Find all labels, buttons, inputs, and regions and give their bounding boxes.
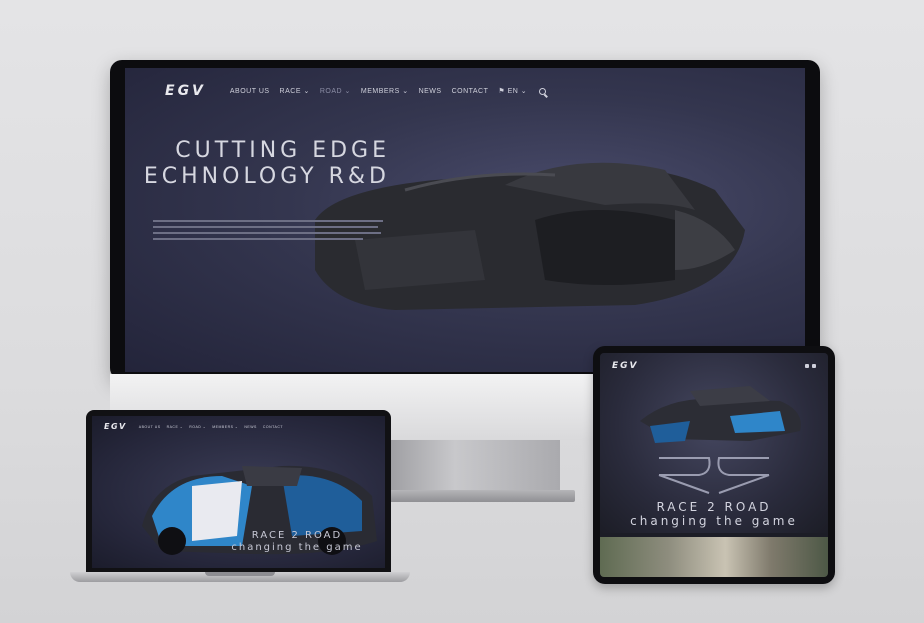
- laptop-tagline-line1: RACE 2 ROAD: [251, 530, 343, 541]
- laptop-notch: [205, 572, 275, 576]
- desktop-screen: EGV ABOUT US RACE ⌄ ROAD ⌄ MEMBERS ⌄ NEW…: [125, 68, 805, 372]
- menu-icon[interactable]: [805, 364, 816, 368]
- laptop-nav-item-about[interactable]: ABOUT US: [139, 425, 161, 429]
- tablet-logo[interactable]: EGV: [612, 361, 639, 371]
- nav-item-contact[interactable]: CONTACT: [452, 88, 489, 95]
- laptop-nav-item-members[interactable]: MEMBERS ⌄: [212, 425, 238, 429]
- laptop-nav-item-contact[interactable]: CONTACT: [263, 425, 283, 429]
- tablet-hero: EGV RACE 2 ROAD changing the game: [600, 353, 828, 533]
- laptop-nav-item-road[interactable]: ROAD ⌄: [189, 425, 206, 429]
- tablet-building-photo: [600, 537, 828, 577]
- hero-title: CUTTING EDGE ECHNOLOGY R&D: [125, 138, 390, 190]
- nav-item-road[interactable]: ROAD ⌄: [320, 87, 351, 95]
- desktop-nav: EGV ABOUT US RACE ⌄ ROAD ⌄ MEMBERS ⌄ NEW…: [165, 82, 547, 100]
- laptop-nav: EGV ABOUT US RACE ⌄ ROAD ⌄ MEMBERS ⌄ NEW…: [104, 422, 283, 431]
- language-selector[interactable]: ⚑ EN ⌄: [498, 87, 527, 95]
- nav-item-race[interactable]: RACE ⌄: [280, 87, 310, 95]
- laptop-screen: EGV ABOUT US RACE ⌄ ROAD ⌄ MEMBERS ⌄ NEW…: [92, 416, 385, 568]
- exploded-car-image: [640, 386, 801, 443]
- hero-body-text: [153, 220, 383, 240]
- search-icon[interactable]: [539, 87, 547, 95]
- laptop-nav-item-race[interactable]: RACE ⌄: [167, 425, 184, 429]
- laptop-logo[interactable]: EGV: [104, 422, 127, 431]
- tablet-screen: EGV RACE 2 ROAD changing the game: [600, 353, 828, 577]
- nav-item-about[interactable]: ABOUT US: [230, 88, 270, 95]
- site-logo[interactable]: EGV: [165, 83, 206, 99]
- hero-title-line2: ECHNOLOGY R&D: [143, 164, 390, 189]
- nav-item-news[interactable]: NEWS: [419, 88, 442, 95]
- laptop-nav-item-news[interactable]: NEWS: [244, 425, 257, 429]
- r2r-emblem: [658, 457, 770, 494]
- tablet-title-line2: changing the game: [630, 514, 798, 528]
- imac-stand: [385, 440, 560, 492]
- nav-item-members[interactable]: MEMBERS ⌄: [361, 87, 409, 95]
- laptop-tagline-line2: changing the game: [231, 542, 363, 553]
- tablet-nav: EGV: [612, 361, 816, 371]
- hero-title-line1: CUTTING EDGE: [175, 138, 390, 163]
- tablet-title-line1: RACE 2 ROAD: [656, 500, 772, 514]
- laptop-tagline: RACE 2 ROAD changing the game: [212, 530, 382, 554]
- imac-foot: [370, 490, 575, 502]
- tablet-title: RACE 2 ROAD changing the game: [600, 500, 828, 528]
